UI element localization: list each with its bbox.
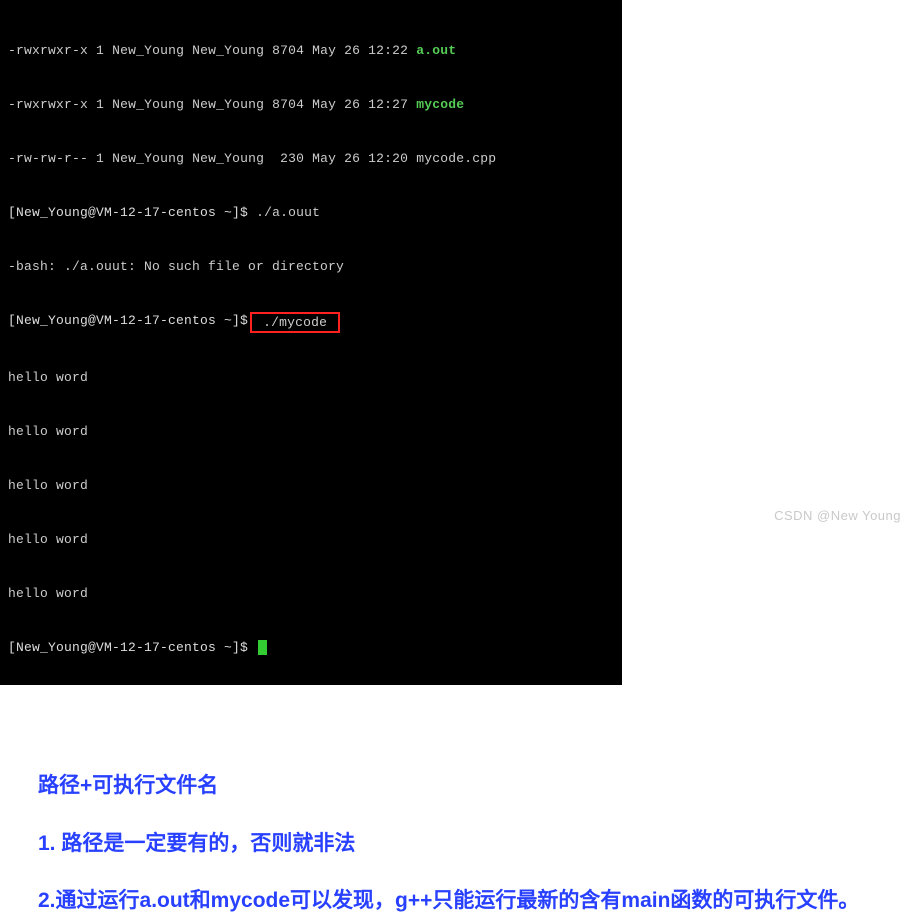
explanation-block: 路径+可执行文件名 1. 路径是一定要有的，否则就非法 2.通过运行a.out和… bbox=[0, 685, 915, 918]
file-mycode-cpp: mycode.cpp bbox=[416, 151, 496, 166]
ls-row: -rw-rw-r-- 1 New_Young New_Young 230 May… bbox=[8, 150, 614, 168]
cursor-icon bbox=[258, 640, 267, 655]
output-row: hello word bbox=[8, 477, 614, 495]
watermark-text: CSDN @New Young bbox=[774, 508, 901, 523]
note-title: 路径+可执行文件名 bbox=[38, 769, 915, 803]
note-point-2: 2.通过运行a.out和mycode可以发现，g++只能运行最新的含有main函… bbox=[38, 884, 878, 918]
output-row: hello word bbox=[8, 369, 614, 387]
note-point-1: 1. 路径是一定要有的，否则就非法 bbox=[38, 827, 915, 861]
output-row: hello word bbox=[8, 531, 614, 549]
ls-row: -rwxrwxr-x 1 New_Young New_Young 8704 Ma… bbox=[8, 42, 614, 60]
highlighted-command: ./mycode bbox=[250, 312, 340, 333]
ls-row: -rwxrwxr-x 1 New_Young New_Young 8704 Ma… bbox=[8, 96, 614, 114]
terminal-output: -rwxrwxr-x 1 New_Young New_Young 8704 Ma… bbox=[0, 0, 622, 685]
output-row: hello word bbox=[8, 585, 614, 603]
prompt-line: [New_Young@VM-12-17-centos ~]$ ./a.ouut bbox=[8, 204, 614, 222]
prompt-line-highlighted: [New_Young@VM-12-17-centos ~]$ ./mycode bbox=[8, 312, 614, 333]
prompt-idle: [New_Young@VM-12-17-centos ~]$ bbox=[8, 639, 614, 657]
error-line: -bash: ./a.ouut: No such file or directo… bbox=[8, 258, 614, 276]
output-row: hello word bbox=[8, 423, 614, 441]
file-mycode: mycode bbox=[416, 97, 464, 112]
file-a-out: a.out bbox=[416, 43, 456, 58]
